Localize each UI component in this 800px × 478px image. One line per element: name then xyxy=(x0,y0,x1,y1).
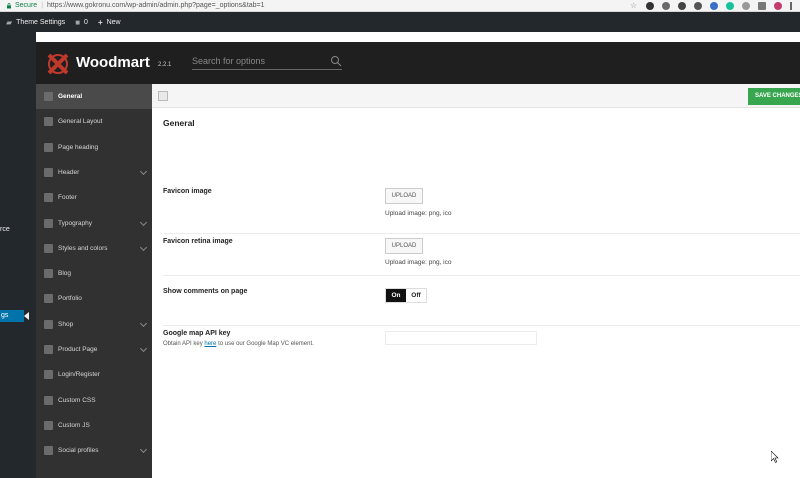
lock-icon xyxy=(7,2,11,8)
grid-icon xyxy=(44,294,53,304)
sidebar-item-product-page[interactable]: Product Page xyxy=(36,337,152,362)
save-changes-button[interactable]: SAVE CHANGES xyxy=(748,88,800,105)
grammarly-icon[interactable] xyxy=(726,2,734,10)
mail-icon[interactable] xyxy=(758,2,766,10)
sidebar-item-typography[interactable]: Typography xyxy=(36,211,152,236)
lock-icon xyxy=(44,370,53,380)
star-icon[interactable]: ☆ xyxy=(630,2,638,10)
cart-icon xyxy=(44,319,53,329)
palette-icon xyxy=(44,243,53,253)
chevron-down-icon xyxy=(139,218,148,226)
upload-favicon-retina-button[interactable]: UPLOAD xyxy=(385,238,423,254)
sidebar-item-custom-js[interactable]: Custom JS xyxy=(36,413,152,438)
sidebar-item-portfolio[interactable]: Portfolio xyxy=(36,286,152,311)
google-map-api-key-input[interactable] xyxy=(385,331,537,345)
wp-admin-bar: ▰ Theme Settings ■ 0 + New xyxy=(0,12,800,32)
field-label: Google map API key xyxy=(163,330,231,337)
site-link[interactable]: ▰ Theme Settings xyxy=(6,18,65,27)
field-google-map-api-key: Google map API key Obtain API key here t… xyxy=(163,326,800,366)
search-icon[interactable] xyxy=(330,55,342,67)
sidebar-item-shop[interactable]: Shop xyxy=(36,312,152,337)
home-icon: ▰ xyxy=(6,17,13,27)
menu-icon[interactable] xyxy=(790,2,792,10)
layout-icon xyxy=(44,117,53,127)
field-help: Upload image: png, ico xyxy=(385,210,452,217)
mouse-cursor-icon xyxy=(771,451,779,463)
wrench-icon xyxy=(44,167,53,177)
chevron-down-icon xyxy=(139,319,148,327)
circle-icon[interactable] xyxy=(646,2,654,10)
options-search-input[interactable]: Search for options xyxy=(192,54,342,70)
typography-icon xyxy=(44,218,53,228)
pencil-icon xyxy=(44,269,53,279)
url-separator: | xyxy=(41,2,44,9)
comment-icon: ■ xyxy=(75,17,81,27)
sidebar-item-custom-css[interactable]: Custom CSS xyxy=(36,388,152,413)
footer-icon xyxy=(44,193,53,203)
sidebar-item-social-profiles[interactable]: Social profiles xyxy=(36,438,152,463)
sidebar-item-header[interactable]: Header xyxy=(36,160,152,185)
plus-icon: + xyxy=(97,17,103,27)
sidebar-item-general-layout[interactable]: General Layout xyxy=(36,109,152,134)
adblock-icon[interactable] xyxy=(678,2,686,10)
toggle-off-option[interactable]: Off xyxy=(406,289,426,302)
browser-url-bar[interactable]: Secure | https://www.gokronu.com/wp-admi… xyxy=(0,0,800,12)
theme-options-panel: Woodmart 2.2.1 Search for options Genera… xyxy=(36,42,800,478)
heading-icon xyxy=(44,142,53,152)
field-label: Favicon retina image xyxy=(163,238,233,245)
secure-label: Secure xyxy=(15,2,38,9)
menu-fragment-active[interactable]: gs xyxy=(0,310,29,322)
chevron-down-icon xyxy=(139,167,148,175)
sidebar-item-blog[interactable]: Blog xyxy=(36,261,152,286)
woodmart-logo-icon xyxy=(44,50,72,78)
new-label: New xyxy=(106,18,121,26)
options-content: SAVE CHANGES General Favicon image UPLOA… xyxy=(152,84,800,478)
extension-icon[interactable] xyxy=(710,2,718,10)
comments-count: 0 xyxy=(84,18,88,26)
sidebar-item-styles-and-colors[interactable]: Styles and colors xyxy=(36,236,152,261)
section-title: General xyxy=(163,118,195,128)
share-icon xyxy=(44,446,53,456)
url-text[interactable]: https://www.gokronu.com/wp-admin/admin.p… xyxy=(47,2,265,9)
s-icon[interactable] xyxy=(742,2,750,10)
wordpress-icon[interactable] xyxy=(694,2,702,10)
field-description: Obtain API key here to use our Google Ma… xyxy=(163,341,314,347)
recycle-icon[interactable] xyxy=(662,2,670,10)
field-show-comments: Show comments on page On Off xyxy=(163,284,800,326)
chevron-down-icon xyxy=(139,446,148,454)
field-favicon-retina: Favicon retina image UPLOAD Upload image… xyxy=(163,234,800,276)
field-favicon: Favicon image UPLOAD Upload image: png, … xyxy=(163,184,800,234)
chevron-down-icon xyxy=(139,344,148,353)
chevron-down-icon xyxy=(139,243,148,251)
new-link[interactable]: + New xyxy=(98,18,121,27)
field-label: Show comments on page xyxy=(163,288,248,295)
comments-link[interactable]: ■ 0 xyxy=(75,18,88,27)
menu-fragment[interactable]: rce xyxy=(0,226,10,233)
sidebar-item-login-register[interactable]: Login/Register xyxy=(36,362,152,387)
site-label: Theme Settings xyxy=(16,18,66,26)
comments-toggle[interactable]: On Off xyxy=(385,288,427,303)
extension-icons: ☆ xyxy=(630,0,800,12)
version-label: 2.2.1 xyxy=(158,62,172,68)
upload-favicon-button[interactable]: UPLOAD xyxy=(385,188,423,204)
grid-view-icon[interactable] xyxy=(158,91,168,101)
code-icon xyxy=(44,395,53,405)
api-key-link[interactable]: here xyxy=(204,341,216,347)
search-placeholder: Search for options xyxy=(192,56,266,66)
panel-header: Woodmart 2.2.1 Search for options xyxy=(36,42,800,84)
toggle-on-option[interactable]: On xyxy=(386,289,406,302)
field-label: Favicon image xyxy=(163,188,212,195)
field-help: Upload image: png, ico xyxy=(385,259,452,266)
sidebar-item-footer[interactable]: Footer xyxy=(36,185,152,210)
zz-icon[interactable] xyxy=(774,2,782,10)
home-icon xyxy=(44,92,53,101)
options-sidebar: General General Layout Page heading Head… xyxy=(36,84,152,478)
brand-name: Woodmart xyxy=(76,54,150,71)
tag-icon xyxy=(44,345,53,354)
options-toolbar: SAVE CHANGES xyxy=(152,84,800,108)
wp-admin-menu: rce gs xyxy=(0,32,36,478)
sidebar-item-page-heading[interactable]: Page heading xyxy=(36,135,152,160)
sidebar-item-general[interactable]: General xyxy=(36,84,152,109)
tools-icon xyxy=(44,420,53,430)
